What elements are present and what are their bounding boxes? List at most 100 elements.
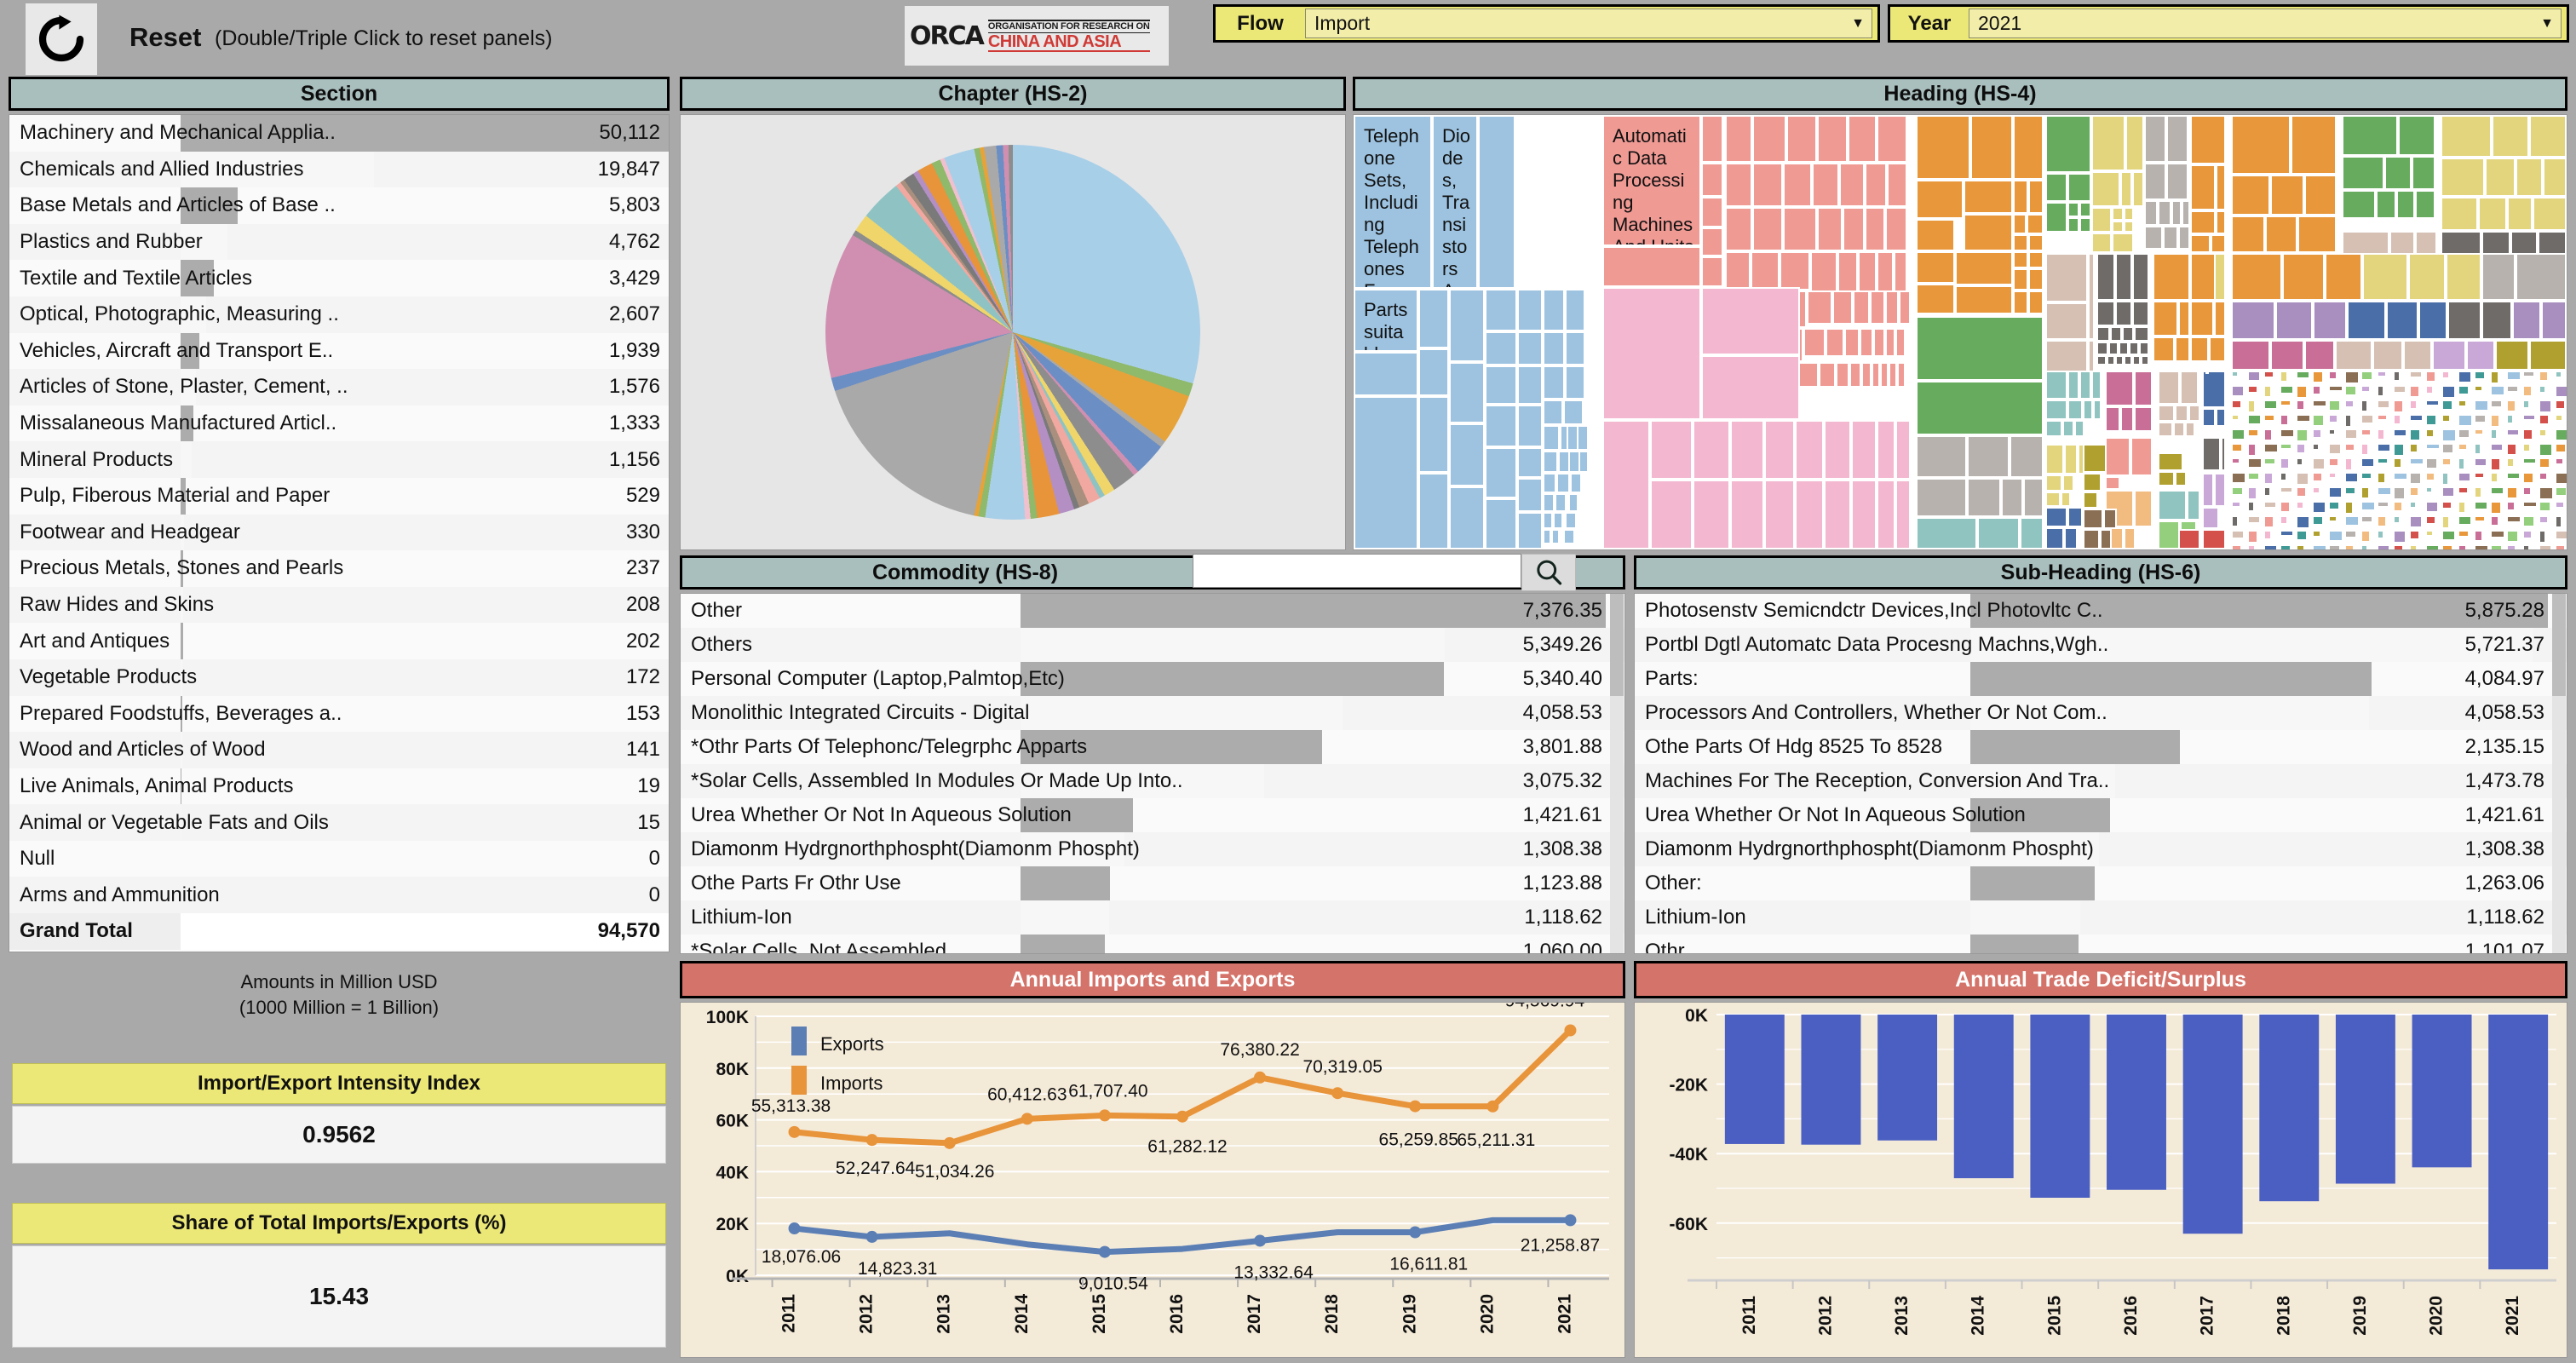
treemap-tile[interactable] xyxy=(2360,443,2369,456)
treemap-tile[interactable] xyxy=(2441,414,2451,423)
treemap-tile[interactable] xyxy=(2516,253,2567,301)
treemap-tile[interactable] xyxy=(2028,234,2044,251)
treemap-tile[interactable] xyxy=(2398,115,2435,156)
treemap-tile[interactable] xyxy=(1916,284,1955,314)
treemap-tile[interactable] xyxy=(2304,340,2335,371)
treemap-tile[interactable] xyxy=(2175,336,2190,362)
table-row[interactable]: Othr 1,101.07 xyxy=(1635,935,2567,953)
treemap-tile[interactable] xyxy=(2328,530,2343,542)
treemap-tile[interactable] xyxy=(2247,515,2261,524)
treemap-tile[interactable] xyxy=(1837,251,1858,296)
bar[interactable] xyxy=(1953,1015,2014,1179)
treemap-tile[interactable] xyxy=(2028,290,2044,314)
table-row[interactable]: Othe Parts Of Hdg 8525 To 8528 2,135.15 xyxy=(1635,730,2567,764)
treemap-tile[interactable] xyxy=(1570,473,1582,493)
treemap-tile[interactable] xyxy=(1872,362,1880,388)
treemap-tile[interactable] xyxy=(1543,400,1563,425)
treemap-tile[interactable] xyxy=(1543,451,1558,473)
table-row[interactable]: Prepared Foodstuffs, Beverages a.. 153 xyxy=(9,695,669,733)
treemap-tile[interactable] xyxy=(1870,290,1885,325)
treemap-tile[interactable] xyxy=(2296,486,2307,497)
treemap-tile[interactable] xyxy=(2539,472,2548,480)
treemap-tile[interactable] xyxy=(1577,425,1589,451)
treemap-tile[interactable] xyxy=(1449,486,1485,549)
treemap-tile[interactable] xyxy=(2393,501,2403,512)
treemap-tile[interactable]: Telephone Sets, Including Telephones For… xyxy=(1354,115,1432,289)
treemap-tile[interactable] xyxy=(1832,290,1853,325)
treemap-tile[interactable] xyxy=(1899,290,1911,325)
treemap-tile[interactable] xyxy=(2393,486,2406,500)
treemap-tile[interactable] xyxy=(2132,253,2149,301)
treemap-tile[interactable] xyxy=(1780,251,1810,290)
bar[interactable] xyxy=(1877,1015,1938,1141)
treemap-tile[interactable] xyxy=(2045,492,2061,507)
treemap-tile[interactable] xyxy=(1418,289,1449,348)
treemap-tile[interactable] xyxy=(2377,501,2389,508)
section-table[interactable]: Machinery and Mechanical Applia.. 50,112 C… xyxy=(9,114,670,952)
treemap-tile[interactable] xyxy=(2163,226,2178,250)
treemap-tile[interactable] xyxy=(2555,414,2563,422)
treemap-tile[interactable] xyxy=(1970,115,2013,180)
treemap-tile[interactable] xyxy=(1783,163,1812,207)
treemap-tile[interactable] xyxy=(2384,156,2412,190)
treemap-tile[interactable] xyxy=(2182,200,2190,226)
treemap-tile[interactable] xyxy=(2231,472,2246,484)
treemap-tile[interactable] xyxy=(2153,301,2178,336)
treemap-tile[interactable] xyxy=(1824,420,1851,480)
treemap-tile[interactable] xyxy=(2231,501,2241,508)
treemap-tile[interactable] xyxy=(1578,451,1589,473)
treemap-tile[interactable] xyxy=(2129,342,2139,355)
treemap-tile[interactable] xyxy=(2474,443,2481,455)
treemap-tile[interactable] xyxy=(1725,115,1752,163)
treemap-tile[interactable] xyxy=(1916,251,1955,284)
treemap-tile[interactable] xyxy=(1817,115,1848,163)
treemap-tile[interactable] xyxy=(1817,207,1843,251)
treemap-tile[interactable] xyxy=(2173,422,2185,437)
table-row[interactable]: Precious Metals, Stones and Pearls 237 xyxy=(9,550,669,587)
treemap-tile[interactable] xyxy=(2263,457,2276,465)
treemap-tile[interactable] xyxy=(2344,400,2355,408)
table-row[interactable]: Missalaneous Manufactured Articl.. 1,333 xyxy=(9,405,669,442)
treemap-tile[interactable] xyxy=(1517,331,1543,365)
treemap-tile[interactable] xyxy=(1916,517,1977,549)
treemap-tile[interactable] xyxy=(2506,501,2516,511)
table-row[interactable]: Null 0 xyxy=(9,841,669,877)
treemap-tile[interactable] xyxy=(1853,290,1870,325)
treemap-tile[interactable] xyxy=(2110,326,2122,342)
search-input[interactable] xyxy=(1193,554,1521,588)
treemap-tile[interactable] xyxy=(2441,371,2450,379)
treemap-tile[interactable] xyxy=(2344,501,2354,515)
treemap-tile[interactable] xyxy=(1887,163,1907,207)
table-row[interactable]: Diamonm Hydrgnorthphospht(Diamonm Phosph… xyxy=(1635,832,2567,866)
treemap-tile[interactable] xyxy=(2231,216,2265,253)
treemap-tile[interactable] xyxy=(2344,385,2357,396)
treemap-tile[interactable] xyxy=(2441,443,2454,454)
treemap-tile[interactable] xyxy=(2377,400,2390,409)
treemap-tile[interactable] xyxy=(1795,480,1824,549)
treemap-tile[interactable] xyxy=(2458,472,2471,482)
treemap-tile[interactable] xyxy=(2158,405,2175,422)
treemap-tile[interactable] xyxy=(1877,480,1895,549)
treemap-tile[interactable] xyxy=(2377,530,2384,539)
table-row[interactable]: Wood and Articles of Wood 141 xyxy=(9,732,669,768)
treemap-tile[interactable] xyxy=(2312,530,2321,538)
treemap-tile[interactable] xyxy=(2263,428,2273,441)
treemap-tile[interactable] xyxy=(2474,457,2487,467)
treemap-tile[interactable] xyxy=(2506,472,2521,480)
treemap-tile[interactable] xyxy=(2425,501,2439,513)
treemap-tile[interactable] xyxy=(2231,414,2240,421)
treemap-tile[interactable] xyxy=(1858,251,1877,296)
search-button[interactable] xyxy=(1521,554,1576,591)
treemap-tile[interactable] xyxy=(1354,352,1418,396)
treemap-tile[interactable] xyxy=(2360,400,2368,412)
treemap-tile[interactable] xyxy=(2412,156,2435,190)
treemap-tile[interactable] xyxy=(2409,544,2418,549)
treemap-tile[interactable] xyxy=(2247,501,2255,512)
treemap-tile[interactable]: Diodes, Transistors And Similar Semi-Con… xyxy=(1432,115,1478,289)
treemap-tile[interactable] xyxy=(1889,362,1897,388)
table-row[interactable]: Urea Whether Or Not In Aqueous Solution 1… xyxy=(681,798,1624,832)
treemap-tile[interactable] xyxy=(2180,371,2199,405)
treemap-tile[interactable] xyxy=(1795,420,1824,480)
treemap-tile[interactable] xyxy=(2376,190,2396,219)
treemap-tile[interactable] xyxy=(1851,420,1877,480)
